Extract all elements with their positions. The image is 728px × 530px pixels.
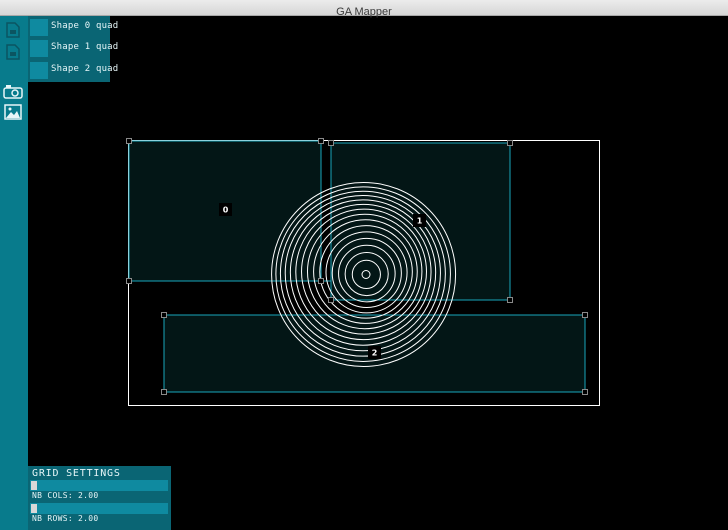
grid-settings-title: GRID SETTINGS [32, 468, 121, 479]
shape-marker-0[interactable]: 0 [219, 203, 232, 216]
corner-handle[interactable] [318, 278, 324, 284]
rows-label: NB ROWS: 2.00 [32, 514, 99, 523]
corner-handle[interactable] [328, 140, 334, 146]
shape-marker-label: 0 [223, 206, 229, 215]
shape-marker-label: 1 [417, 217, 423, 226]
shape-marker-label: 2 [372, 349, 378, 358]
mapping-canvas[interactable]: 0 1 2 [0, 0, 728, 530]
corner-handle[interactable] [328, 297, 334, 303]
corner-handle[interactable] [507, 140, 513, 146]
cols-slider[interactable] [30, 480, 168, 491]
corner-handle[interactable] [318, 138, 324, 144]
rows-slider[interactable] [30, 503, 168, 514]
shape-marker-2[interactable]: 2 [368, 346, 381, 359]
corner-handle[interactable] [161, 389, 167, 395]
cols-label: NB COLS: 2.00 [32, 491, 99, 500]
rows-slider-handle[interactable] [31, 504, 37, 513]
corner-handle[interactable] [582, 312, 588, 318]
corner-handle[interactable] [582, 389, 588, 395]
shape-marker-1[interactable]: 1 [413, 214, 426, 227]
corner-handle[interactable] [126, 138, 132, 144]
corner-handle[interactable] [507, 297, 513, 303]
corner-handle[interactable] [161, 312, 167, 318]
grid-settings-panel: GRID SETTINGS NB COLS: 2.00 NB ROWS: 2.0… [28, 466, 171, 530]
corner-handle[interactable] [126, 278, 132, 284]
cols-slider-handle[interactable] [31, 481, 37, 490]
